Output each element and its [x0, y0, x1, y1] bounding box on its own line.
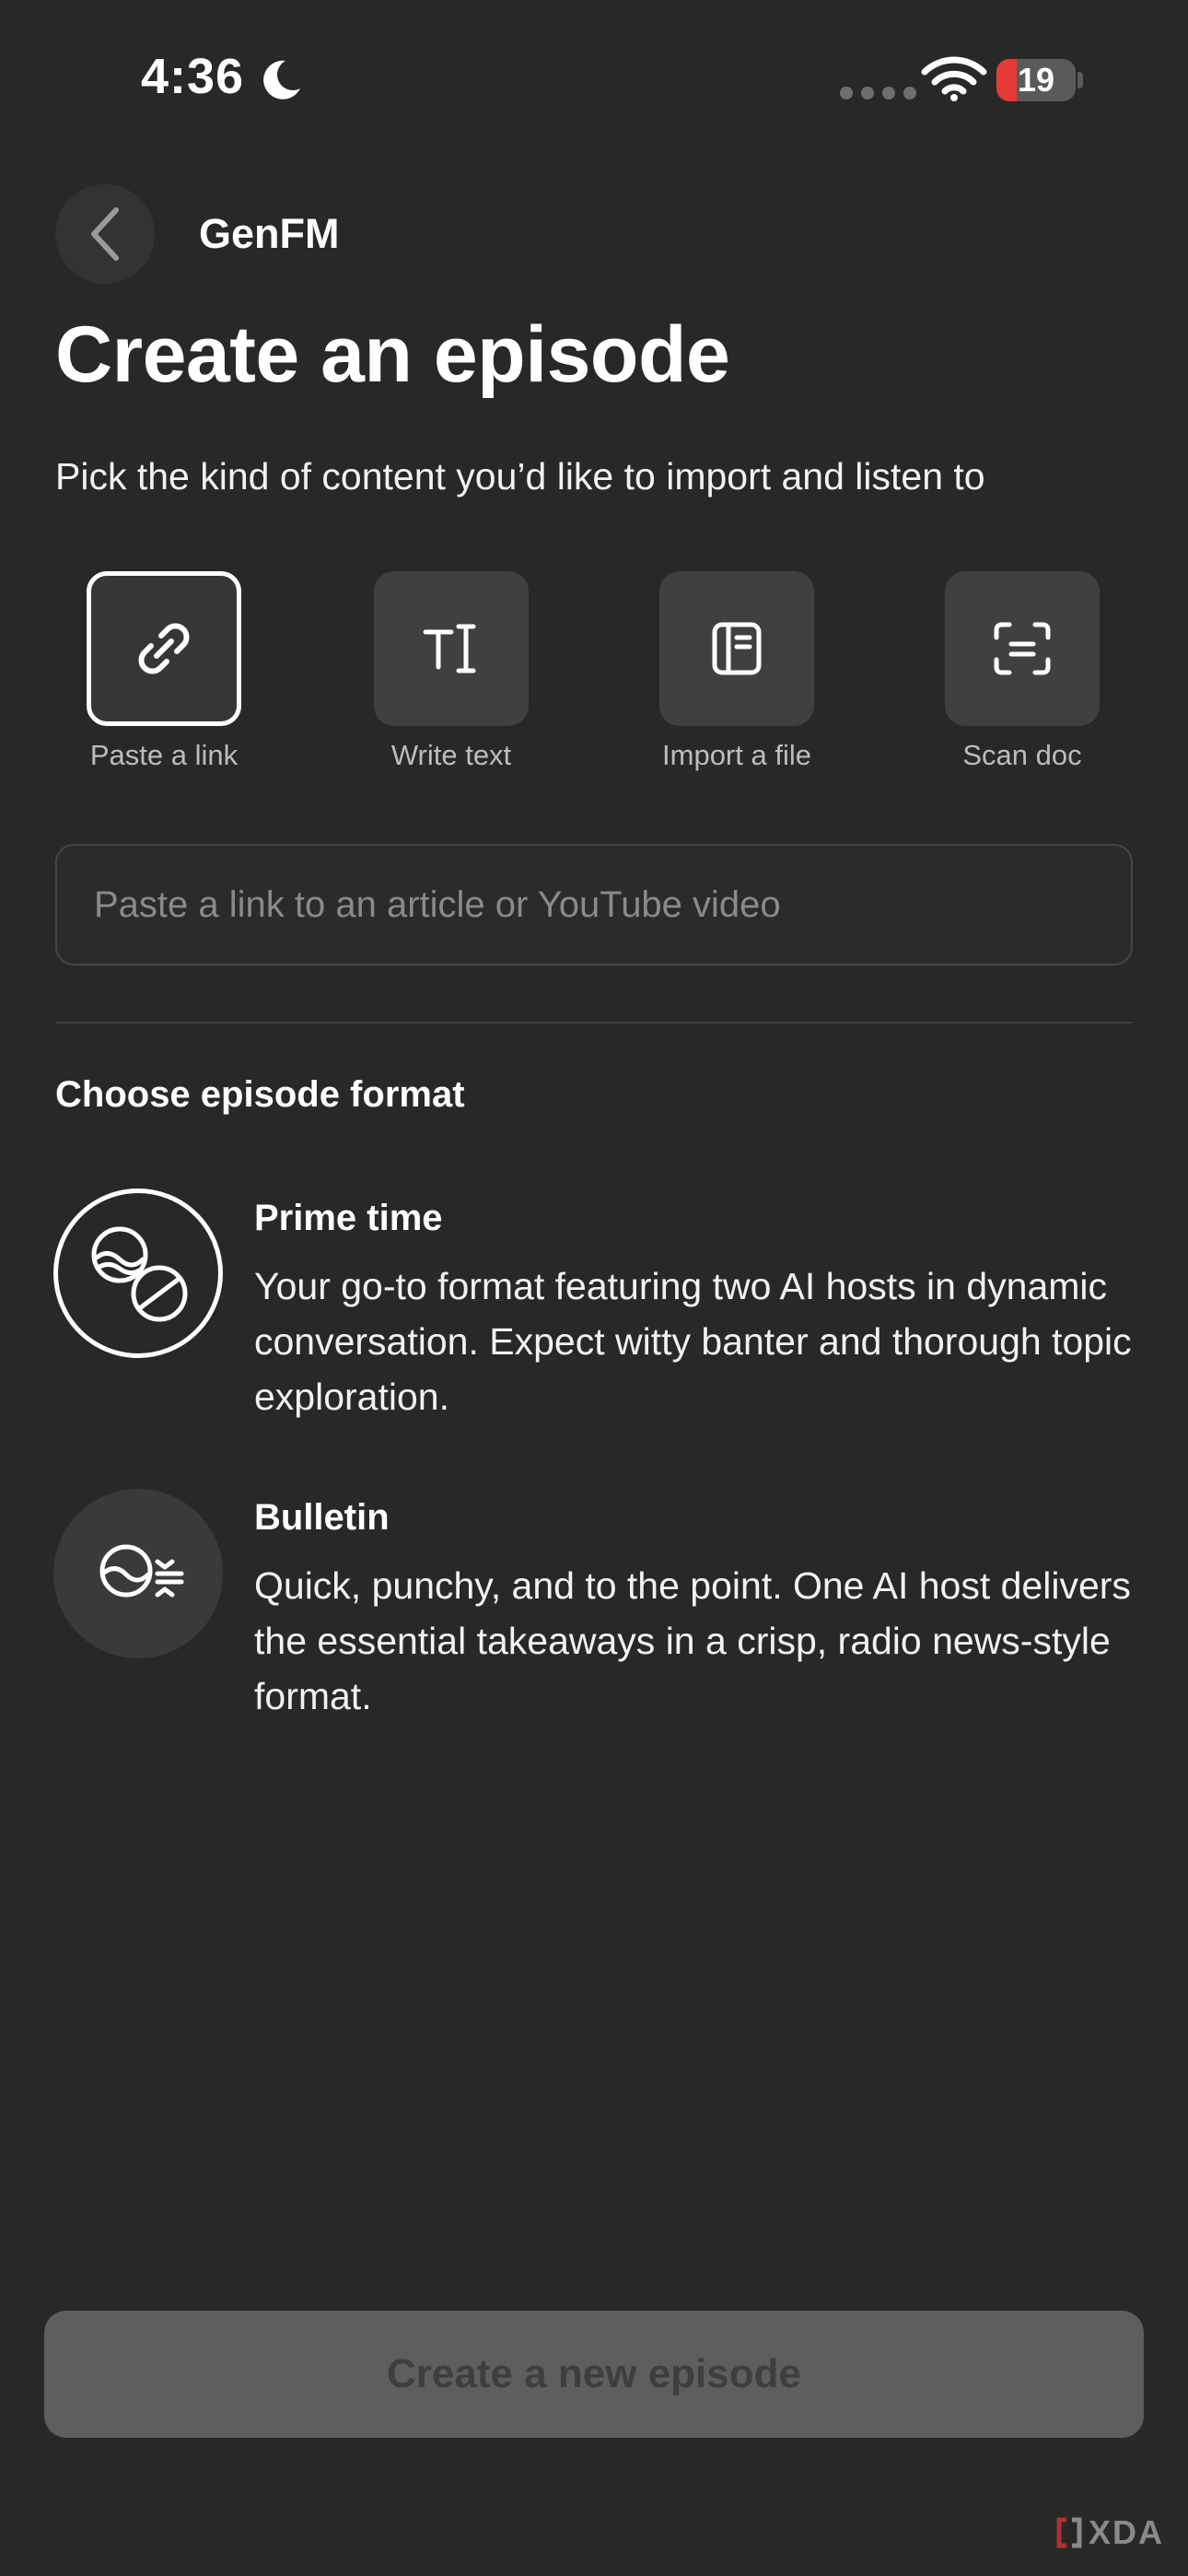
format-bulletin[interactable] [53, 1489, 223, 1658]
link-icon [138, 623, 190, 674]
option-label: Import a file [662, 739, 811, 771]
option-import-file[interactable]: Import a file [659, 571, 814, 772]
battery-level: 19 [1017, 61, 1055, 99]
back-button[interactable] [55, 184, 155, 284]
divider [55, 1022, 1133, 1024]
battery-icon: 19 [996, 59, 1076, 101]
option-scan-doc[interactable]: Scan doc [945, 571, 1100, 772]
battery-tip [1077, 72, 1083, 88]
chevron-left-icon [91, 207, 119, 261]
option-tile[interactable] [87, 571, 241, 726]
app-name: GenFM [199, 210, 340, 257]
page-title: Create an episode [55, 310, 730, 399]
format-description: Your go-to format featuring two AI hosts… [254, 1265, 1132, 1418]
format-description: Quick, punchy, and to the point. One AI … [254, 1564, 1131, 1717]
format-icon[interactable] [53, 1489, 223, 1658]
section-title: Choose episode format [55, 1074, 465, 1115]
page-subtitle: Pick the kind of content you’d like to i… [55, 455, 985, 498]
watermark: XDA [1055, 2513, 1164, 2552]
format-title: Prime time [254, 1198, 443, 1238]
file-icon [712, 622, 762, 675]
option-label: Paste a link [89, 739, 239, 771]
single-host-icon [99, 1544, 184, 1598]
option-label: Write text [390, 739, 512, 771]
format-title: Bulletin [254, 1497, 390, 1538]
status-time: 4:36 [141, 49, 245, 104]
wifi-icon [921, 56, 987, 101]
moon-icon [263, 60, 300, 100]
option-tile[interactable] [659, 571, 814, 726]
option-tile[interactable] [945, 571, 1100, 726]
option-label: Scan doc [962, 739, 1082, 771]
two-hosts-icon [91, 1226, 188, 1322]
create-episode-button[interactable]: Create a new episode [44, 2311, 1144, 2438]
xda-logo-icon [1056, 2517, 1082, 2548]
format-prime-time[interactable] [53, 1188, 223, 1358]
option-paste-link[interactable]: Paste a link [87, 571, 241, 772]
scan-icon [994, 622, 1051, 675]
signal-dots-icon [840, 87, 916, 100]
option-tile[interactable] [374, 571, 529, 726]
text-cursor-icon [423, 624, 476, 673]
format-icon[interactable] [53, 1188, 223, 1358]
option-write-text[interactable]: Write text [374, 571, 529, 772]
link-input[interactable] [55, 844, 1133, 966]
watermark-text: XDA [1089, 2513, 1165, 2551]
